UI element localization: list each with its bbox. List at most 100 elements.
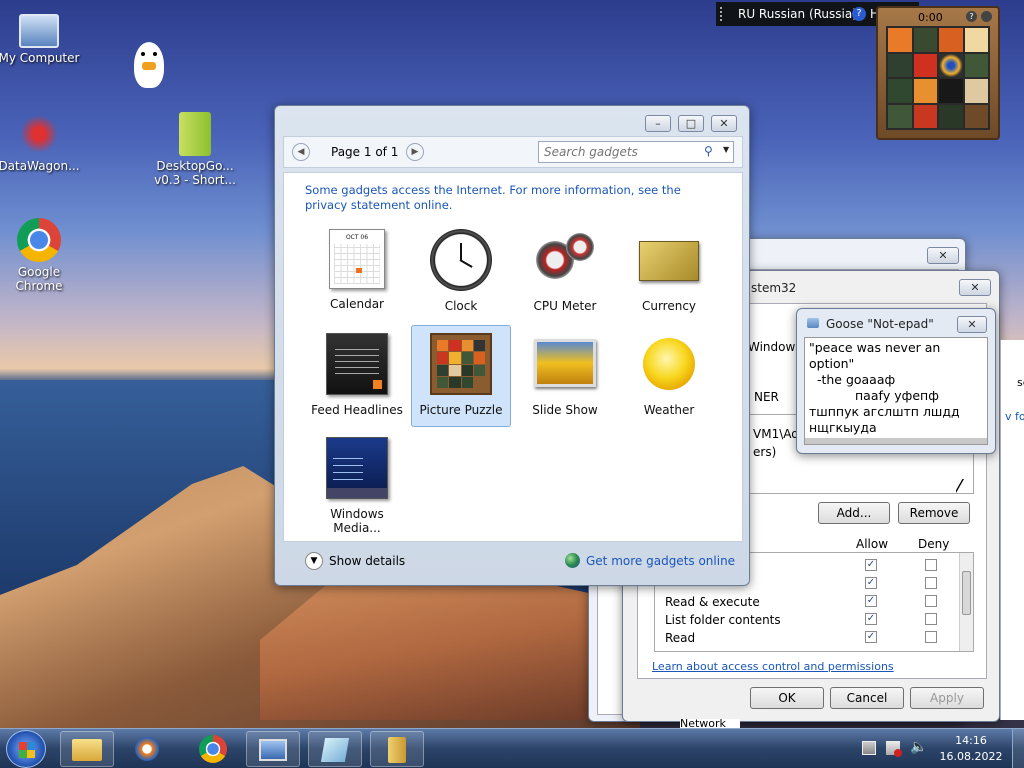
weather-sun-icon <box>643 338 695 390</box>
group-entry[interactable]: ers) <box>753 445 776 459</box>
maximize-button[interactable]: □ <box>678 115 704 132</box>
gadget-currency[interactable]: Currency <box>619 229 719 313</box>
tray-flag-icon[interactable] <box>886 741 902 757</box>
tray-date: 16.08.2022 <box>939 750 1003 763</box>
goose-notepad-window[interactable]: Goose "Not-epad" ✕ "peace was never an o… <box>796 308 996 454</box>
puzzle-tile[interactable] <box>939 79 963 103</box>
language-selector[interactable]: RU Russian (Russia) <box>738 2 857 26</box>
notepad-line: пааfу уфепф <box>855 388 939 403</box>
search-icon[interactable]: ⚲ <box>704 144 713 158</box>
prev-page-icon[interactable]: ◀ <box>292 143 310 161</box>
show-desktop-button[interactable] <box>1012 729 1024 768</box>
taskbar-folder-button[interactable] <box>370 731 424 767</box>
chrome-icon <box>199 735 227 763</box>
gadget-cpu-meter[interactable]: CPU Meter <box>515 229 615 313</box>
desktop-icon-chrome[interactable]: Google Chrome <box>0 218 84 293</box>
puzzle-tile[interactable] <box>964 28 988 52</box>
vertical-scrollbar[interactable] <box>959 553 973 651</box>
gadget-windows-media-center[interactable]: Windows Media... <box>307 437 407 535</box>
taskbar-notepad-button[interactable] <box>308 731 362 767</box>
allow-checkbox[interactable]: ✓ <box>865 613 877 625</box>
add-button[interactable]: Add... <box>818 502 890 524</box>
help-icon[interactable]: ? <box>852 7 866 21</box>
gadget-label: Slide Show <box>532 403 598 417</box>
gadget-feed-headlines[interactable]: Feed Headlines <box>307 333 407 417</box>
gadget-calendar[interactable]: OCT 06 Calendar <box>307 229 407 311</box>
start-button[interactable] <box>6 730 46 768</box>
gadget-weather[interactable]: Weather <box>619 333 719 417</box>
puzzle-help-icon[interactable]: ? <box>966 11 977 22</box>
language-bar-grip[interactable] <box>720 7 728 21</box>
close-button[interactable]: ✕ <box>957 316 987 333</box>
gadget-picture-puzzle[interactable]: Picture Puzzle <box>411 325 511 427</box>
deny-checkbox[interactable] <box>925 559 937 571</box>
puzzle-tile[interactable] <box>888 104 912 128</box>
close-button[interactable]: ✕ <box>711 115 737 132</box>
notepad-text-area[interactable]: "peace was never an option" -the goaaaф … <box>804 337 988 445</box>
notepad-line: тшппук агслштп лшдд <box>809 404 960 419</box>
owner-text: NER <box>754 390 779 404</box>
scrollbar-thumb[interactable] <box>962 571 971 615</box>
apply-button[interactable]: Apply <box>910 687 984 709</box>
puzzle-tile[interactable] <box>939 53 963 77</box>
explorer-window-edge[interactable]: se v fold <box>1000 340 1024 720</box>
gadget-slide-show[interactable]: Slide Show <box>515 333 615 417</box>
search-dropdown-icon[interactable]: ▼ <box>723 145 729 154</box>
notepad-status-strip <box>805 438 987 444</box>
deny-checkbox[interactable] <box>925 631 937 643</box>
cancel-button[interactable]: Cancel <box>830 687 904 709</box>
puzzle-tile[interactable] <box>888 28 912 52</box>
desktop-icon-goose[interactable] <box>104 42 194 88</box>
close-button[interactable]: ✕ <box>959 279 991 296</box>
internet-info-text[interactable]: Some gadgets access the Internet. For mo… <box>305 183 715 213</box>
close-button[interactable]: ✕ <box>927 247 959 264</box>
desktop-icon-datawagon[interactable]: DataWagon... <box>0 112 84 173</box>
get-more-gadgets-link[interactable]: Get more gadgets online <box>565 552 745 572</box>
desktop-icon-label: My Computer <box>0 51 80 65</box>
tray-clock[interactable]: 14:16 16.08.2022 <box>936 733 1006 765</box>
puzzle-tile[interactable] <box>964 79 988 103</box>
puzzle-tile[interactable] <box>964 53 988 77</box>
taskbar-explorer-button[interactable] <box>60 731 114 767</box>
taskbar-media-player-button[interactable] <box>120 731 174 767</box>
picture-puzzle-icon <box>430 333 492 395</box>
show-details-toggle[interactable]: ▼ Show details <box>305 552 425 572</box>
puzzle-tile[interactable] <box>913 28 937 52</box>
notepad-line: -the goaaaф <box>809 372 896 387</box>
computer-icon <box>19 14 59 48</box>
deny-checkbox[interactable] <box>925 577 937 589</box>
allow-checkbox[interactable]: ✓ <box>865 577 877 589</box>
puzzle-tile[interactable] <box>888 79 912 103</box>
puzzle-tile[interactable] <box>913 79 937 103</box>
tray-network-icon[interactable] <box>862 741 876 755</box>
deny-checkbox[interactable] <box>925 595 937 607</box>
puzzle-tile[interactable] <box>888 53 912 77</box>
puzzle-tile[interactable] <box>939 104 963 128</box>
folder-icon <box>388 737 406 763</box>
next-page-icon[interactable]: ▶ <box>406 143 424 161</box>
desktop-icon-desktopgoose[interactable]: DesktopGo... v0.3 - Short... <box>150 112 240 187</box>
allow-checkbox[interactable]: ✓ <box>865 559 877 571</box>
minimize-button[interactable]: – <box>645 115 671 132</box>
puzzle-tile[interactable] <box>913 104 937 128</box>
deny-checkbox[interactable] <box>925 613 937 625</box>
desktop-icon-my-computer[interactable]: My Computer <box>0 10 84 65</box>
puzzle-tile[interactable] <box>939 28 963 52</box>
allow-checkbox[interactable]: ✓ <box>865 631 877 643</box>
puzzle-tile[interactable] <box>913 53 937 77</box>
puzzle-settings-icon[interactable] <box>981 11 992 22</box>
gadget-gallery-window[interactable]: – □ ✕ ◀ Page 1 of 1 ▶ ⚲ ▼ Some gadgets a… <box>274 105 750 586</box>
allow-checkbox[interactable]: ✓ <box>865 595 877 607</box>
remove-button[interactable]: Remove <box>898 502 970 524</box>
gadget-label: Clock <box>444 299 478 313</box>
taskbar-control-panel-button[interactable] <box>246 731 300 767</box>
tray-volume-icon[interactable]: 🔈 <box>910 739 927 755</box>
picture-puzzle-gadget[interactable]: 0:00 ? <box>876 6 1000 140</box>
notepad-icon <box>320 738 350 762</box>
dialog-title: stem32 <box>751 281 797 295</box>
learn-access-control-link[interactable]: Learn about access control and permissio… <box>652 660 894 673</box>
gadget-clock[interactable]: Clock <box>411 229 511 313</box>
puzzle-board[interactable] <box>886 26 990 130</box>
taskbar-chrome-button[interactable] <box>186 731 240 767</box>
ok-button[interactable]: OK <box>750 687 824 709</box>
